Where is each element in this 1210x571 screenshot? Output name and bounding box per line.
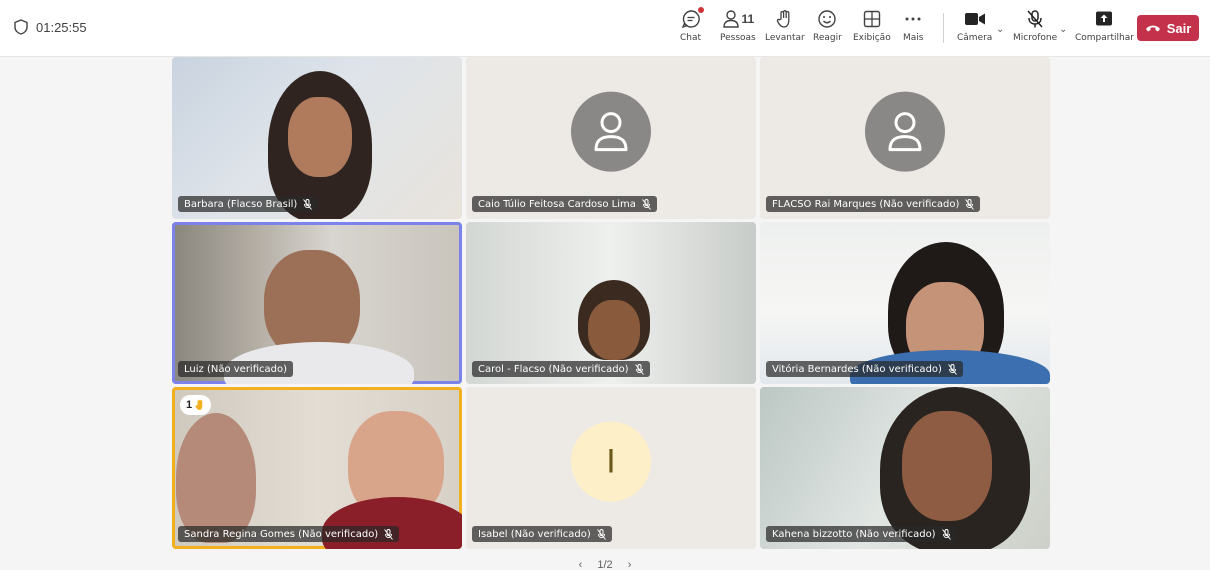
view-label: Exibição (853, 33, 891, 43)
leave-label: Sair (1166, 20, 1192, 36)
participant-name: Isabel (Não verificado) (478, 528, 591, 540)
avatar-initial: I (606, 442, 616, 481)
camera-icon (964, 13, 985, 25)
participant-tile-barbara[interactable]: Barbara (Flacso Brasil) (172, 57, 462, 219)
more-button[interactable]: Mais (903, 8, 923, 43)
hand-icon (776, 10, 790, 28)
microphone-button[interactable]: Microfone (1013, 8, 1057, 43)
people-button[interactable]: 11 Pessoas (720, 8, 756, 43)
people-label: Pessoas (720, 33, 756, 43)
mic-muted-icon (941, 528, 951, 540)
hang-up-icon (1145, 25, 1160, 32)
participant-tile-caio[interactable]: Caio Túlio Feitosa Cardoso Lima (466, 57, 756, 219)
participant-tile-isabel[interactable]: I Isabel (Não verificado) (466, 387, 756, 549)
participant-name: Barbara (Flacso Brasil) (184, 198, 298, 210)
previous-page-chevron-left-icon[interactable]: ‹ (579, 559, 583, 571)
raise-hand-button[interactable]: Levantar (765, 8, 805, 43)
raise-label: Levantar (765, 33, 805, 43)
people-count: 11 (741, 12, 755, 26)
participant-name: Caio Túlio Feitosa Cardoso Lima (478, 198, 636, 210)
avatar: I (571, 421, 651, 502)
chat-label: Chat (680, 33, 702, 43)
participant-tile-kahena[interactable]: Kahena bizzotto (Não verificado) (760, 387, 1050, 549)
name-card: FLACSO Rai Marques (Não verificado) (766, 196, 981, 212)
leave-button[interactable]: Sair (1137, 15, 1199, 41)
next-page-chevron-right-icon[interactable]: › (628, 559, 632, 571)
chat-button[interactable]: Chat (680, 7, 704, 43)
participant-name: Sandra Regina Gomes (Não verificado) (184, 528, 379, 540)
participant-video (176, 413, 256, 543)
raised-hand-count: 1 (186, 399, 193, 411)
meeting-timer: 01:25:55 (14, 19, 87, 35)
share-label: Compartilhar (1075, 33, 1134, 43)
name-card: Caio Túlio Feitosa Cardoso Lima (472, 196, 657, 212)
share-screen-icon (1096, 11, 1113, 26)
pagination: ‹ 1/2 › (0, 559, 1210, 571)
share-button[interactable]: Compartilhar (1075, 8, 1134, 43)
mic-muted-icon (965, 198, 975, 210)
meeting-toolbar: 01:25:55 Chat 11 Pessoas Levantar Reagir… (0, 0, 1210, 57)
participant-tile-carol[interactable]: Carol - Flacso (Não verificado) (466, 222, 756, 384)
avatar (571, 91, 651, 172)
mic-muted-icon (303, 198, 313, 210)
raised-hand-icon (195, 399, 203, 410)
raised-hand-badge: 1 (180, 395, 212, 415)
name-card: Isabel (Não verificado) (472, 526, 612, 542)
elapsed-time: 01:25:55 (36, 19, 87, 35)
toolbar-divider (943, 13, 944, 43)
view-button[interactable]: Exibição (853, 8, 891, 43)
camera-options-chevron-down-icon[interactable]: ⌄ (996, 24, 1004, 35)
mic-off-icon (1027, 10, 1043, 28)
participant-tile-vitoria[interactable]: Vitória Bernardes (Não verificado) (760, 222, 1050, 384)
chat-icon (681, 10, 700, 29)
name-card: Kahena bizzotto (Não verificado) (766, 526, 957, 542)
participant-face (902, 411, 992, 521)
mic-muted-icon (384, 528, 394, 540)
more-label: Mais (903, 33, 924, 43)
participant-name: FLACSO Rai Marques (Não verificado) (772, 198, 960, 210)
mic-muted-icon (642, 198, 651, 210)
participant-tile-flacso-rai[interactable]: FLACSO Rai Marques (Não verificado) (760, 57, 1050, 219)
page-indicator: 1/2 (597, 559, 613, 571)
avatar (865, 91, 945, 172)
participant-tile-sandra[interactable]: 1 Sandra Regina Gomes (Não verificado) (172, 387, 462, 549)
shield-icon (14, 19, 28, 35)
smiley-icon (818, 10, 837, 28)
participant-tile-luiz[interactable]: Luiz (Não verificado) (172, 222, 462, 384)
participant-face (588, 300, 640, 360)
react-label: Reagir (813, 33, 842, 43)
person-icon (888, 112, 922, 152)
participant-face (288, 97, 352, 177)
mic-muted-icon (948, 363, 957, 375)
participant-name: Carol - Flacso (Não verificado) (478, 363, 629, 375)
person-icon (594, 112, 628, 152)
mic-muted-icon (634, 363, 644, 375)
participant-name: Kahena bizzotto (Não verificado) (772, 528, 936, 540)
grid-view-icon (863, 10, 881, 28)
mic-muted-icon (596, 528, 606, 540)
react-button[interactable]: Reagir (813, 8, 842, 43)
mic-options-chevron-down-icon[interactable]: ⌄ (1059, 24, 1067, 35)
camera-button[interactable]: Câmera (957, 8, 992, 43)
participant-name: Vitória Bernardes (Não verificado) (772, 363, 942, 375)
name-card: Sandra Regina Gomes (Não verificado) (178, 526, 400, 542)
unread-dot (697, 7, 704, 13)
name-card: Carol - Flacso (Não verificado) (472, 361, 650, 377)
mic-label: Microfone (1013, 33, 1058, 43)
name-card: Barbara (Flacso Brasil) (178, 196, 319, 212)
more-icon (905, 17, 921, 21)
camera-label: Câmera (957, 33, 993, 43)
name-card: Vitória Bernardes (Não verificado) (766, 361, 963, 377)
participant-name: Luiz (Não verificado) (184, 363, 287, 375)
name-card: Luiz (Não verificado) (178, 361, 293, 377)
people-icon (722, 10, 739, 28)
video-stage: Barbara (Flacso Brasil) Caio Túlio Feito… (0, 57, 1210, 570)
